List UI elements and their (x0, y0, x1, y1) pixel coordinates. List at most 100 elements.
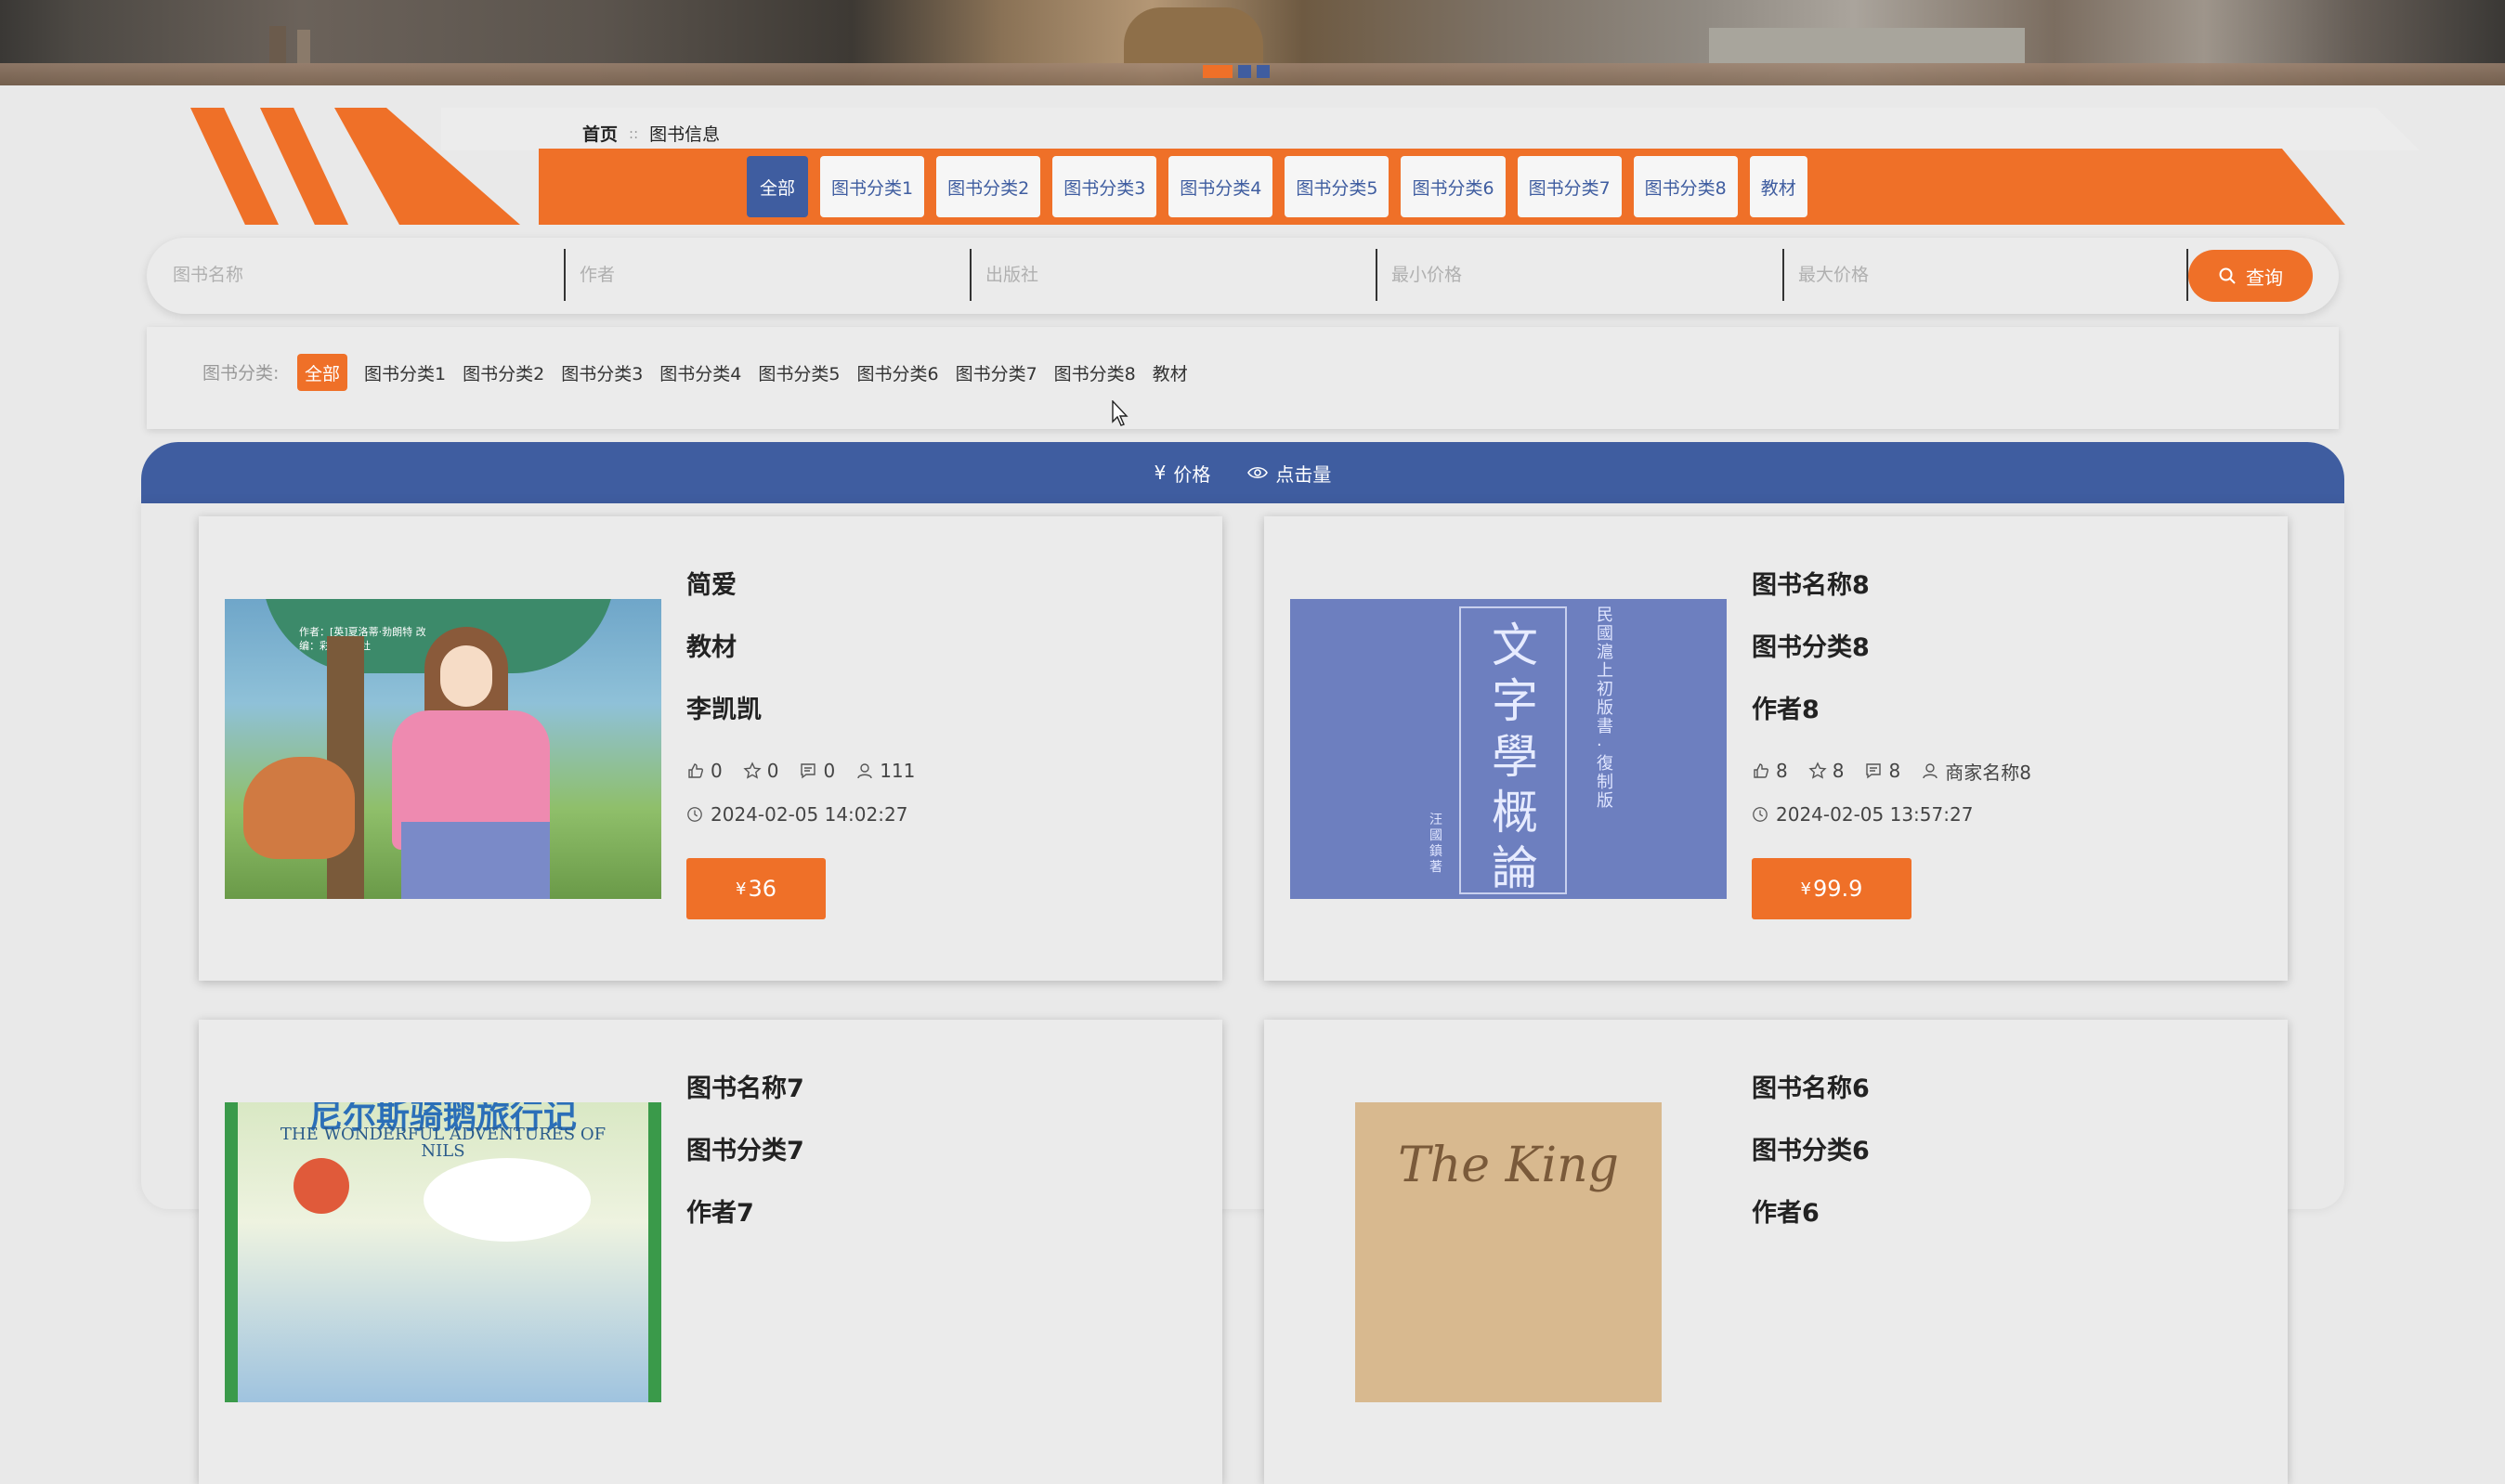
book-list: 作者：[英]夏洛蒂·勃朗特 改编：彩图编辑社 简爱 教材 李凯凯 0 0 (141, 503, 2344, 1484)
field-divider (564, 249, 566, 301)
favorites-stat: 8 (1808, 760, 1844, 782)
filter-item[interactable]: 图书分类5 (758, 354, 840, 391)
filter-item[interactable]: 图书分类6 (856, 354, 938, 391)
category-tabs: 全部 图书分类1 图书分类2 图书分类3 图书分类4 图书分类5 图书分类6 图… (747, 156, 1807, 217)
book-author: 作者7 (686, 1199, 754, 1228)
min-price-field (1389, 249, 1770, 301)
book-cover-image[interactable]: The King (1290, 1102, 1727, 1402)
yen-icon: ¥ (736, 879, 747, 899)
category-tab-all[interactable]: 全部 (747, 156, 808, 217)
book-author: 作者6 (1752, 1199, 1820, 1228)
filter-item[interactable]: 图书分类7 (956, 354, 1037, 391)
eye-icon (1247, 466, 1269, 479)
filter-item[interactable]: 图书分类1 (364, 354, 446, 391)
filter-item[interactable]: 图书分类8 (1054, 354, 1136, 391)
book-stats: 8 8 8 商家名称8 (1752, 749, 2031, 792)
merchant-name: 111 (880, 760, 916, 782)
filter-label: 图书分类: (202, 363, 280, 384)
thumbs-up-icon (688, 763, 703, 778)
book-name-input[interactable] (171, 264, 542, 286)
carousel-dot[interactable] (1257, 65, 1270, 78)
star-icon (743, 762, 762, 779)
likes-count: 0 (711, 760, 723, 782)
category-tab[interactable]: 图书分类1 (820, 156, 925, 217)
cover-author-text: 作者：[英]夏洛蒂·勃朗特 改编：彩图编辑社 (299, 626, 426, 652)
favorites-stat: 0 (743, 760, 778, 782)
filter-item[interactable]: 图书分类3 (561, 354, 643, 391)
carousel-indicators (1203, 65, 1270, 78)
cover-subtitle-text: THE WONDERFUL ADVENTURES OF NILS (280, 1125, 607, 1161)
comment-icon (801, 763, 816, 779)
comments-count: 0 (823, 760, 836, 782)
sort-by-price[interactable]: ¥ 价格 (1155, 460, 1211, 487)
book-info: 图书名称8 图书分类8 作者8 8 8 8 商家名称8 2024-02-05 1… (1752, 565, 2031, 919)
filter-item-all[interactable]: 全部 (297, 354, 348, 391)
cover-horse (243, 757, 355, 859)
decorative-stripe (190, 108, 279, 225)
sort-price-label: 价格 (1173, 462, 1211, 486)
book-cover-image[interactable]: 文字學概論 民國滬上初版書·復制版 汪國鎮 著 (1290, 599, 1727, 899)
user-icon (1923, 763, 1937, 779)
sort-by-clicks[interactable]: 点击量 (1247, 460, 1331, 487)
carousel-dot[interactable] (1203, 65, 1233, 78)
category-tab[interactable]: 图书分类6 (1401, 156, 1506, 217)
book-category: 图书分类8 (1752, 633, 1870, 662)
star-icon (1808, 762, 1827, 779)
yen-icon: ¥ (1800, 879, 1811, 899)
filter-item[interactable]: 图书分类4 (659, 354, 741, 391)
field-divider (1782, 249, 1784, 301)
category-tab[interactable]: 图书分类4 (1168, 156, 1273, 217)
category-tab[interactable]: 图书分类5 (1285, 156, 1389, 217)
book-title: 简爱 (686, 571, 737, 600)
author-input[interactable] (578, 264, 959, 286)
category-tab[interactable]: 图书分类7 (1517, 156, 1622, 217)
book-card[interactable]: 文字學概論 民國滬上初版書·復制版 汪國鎮 著 图书名称8 图书分类8 作者8 … (1264, 516, 2288, 981)
banner-vase-image (1124, 7, 1263, 63)
max-price-input[interactable] (1796, 264, 2168, 286)
book-info: 简爱 教材 李凯凯 0 0 0 111 2024-02-05 14:02:27 … (686, 565, 915, 919)
cover-side-text: 民國滬上初版書·復制版 (1597, 605, 1613, 811)
search-bar: 查询 (147, 238, 2339, 314)
book-time: 2024-02-05 13:57:27 (1752, 792, 2031, 837)
filter-items: 全部 图书分类1 图书分类2 图书分类3 图书分类4 图书分类5 图书分类6 图… (297, 354, 1188, 391)
category-tab[interactable]: 图书分类3 (1052, 156, 1157, 217)
cover-author-text: 汪國鎮 著 (1429, 813, 1442, 875)
book-card[interactable]: 作者：[英]夏洛蒂·勃朗特 改编：彩图编辑社 简爱 教材 李凯凯 0 0 (199, 516, 1222, 981)
book-cover-image[interactable]: 尼尔斯骑鹅旅行记 THE WONDERFUL ADVENTURES OF NIL… (225, 1102, 661, 1402)
category-tab[interactable]: 图书分类8 (1633, 156, 1738, 217)
price-button[interactable]: ¥ 99.9 (1752, 858, 1911, 919)
min-price-input[interactable] (1389, 264, 1770, 286)
field-divider (970, 249, 972, 301)
price-value: 36 (748, 876, 776, 902)
yen-icon: ¥ (1154, 462, 1167, 484)
price-button[interactable]: ¥ 36 (686, 858, 826, 919)
likes-count: 8 (1776, 760, 1788, 782)
book-card[interactable]: The King 图书名称6 图书分类6 作者6 (1264, 1020, 2288, 1484)
breadcrumb-current: 图书信息 (649, 124, 721, 145)
filter-item[interactable]: 图书分类2 (463, 354, 544, 391)
category-tab[interactable]: 教材 (1749, 156, 1807, 217)
search-button[interactable]: 查询 (2188, 250, 2313, 302)
top-banner-carousel (0, 0, 2505, 85)
banner-book-image (269, 26, 286, 63)
book-author: 作者8 (1752, 696, 1820, 724)
filter-item[interactable]: 教材 (1153, 354, 1188, 391)
mouse-cursor-icon (1112, 400, 1129, 426)
likes-stat: 0 (686, 760, 723, 782)
book-title: 图书名称7 (686, 1074, 804, 1103)
category-tab[interactable]: 图书分类2 (936, 156, 1041, 217)
publish-time: 2024-02-05 13:57:27 (1776, 803, 1974, 826)
banner-book-image (1709, 28, 2025, 63)
breadcrumb-home[interactable]: 首页 (582, 121, 618, 146)
book-card[interactable]: 尼尔斯骑鹅旅行记 THE WONDERFUL ADVENTURES OF NIL… (199, 1020, 1222, 1484)
book-category: 教材 (686, 633, 737, 662)
book-cover-image[interactable]: 作者：[英]夏洛蒂·勃朗特 改编：彩图编辑社 (225, 599, 661, 899)
book-category: 图书分类6 (1752, 1137, 1870, 1165)
cover-goose (424, 1158, 591, 1242)
book-author: 李凯凯 (686, 696, 762, 724)
publisher-input[interactable] (984, 264, 1364, 286)
carousel-dot[interactable] (1238, 65, 1251, 78)
sort-bar: ¥ 价格 点击量 (141, 442, 2344, 503)
field-divider (1376, 249, 1377, 301)
comments-count: 8 (1888, 760, 1901, 782)
